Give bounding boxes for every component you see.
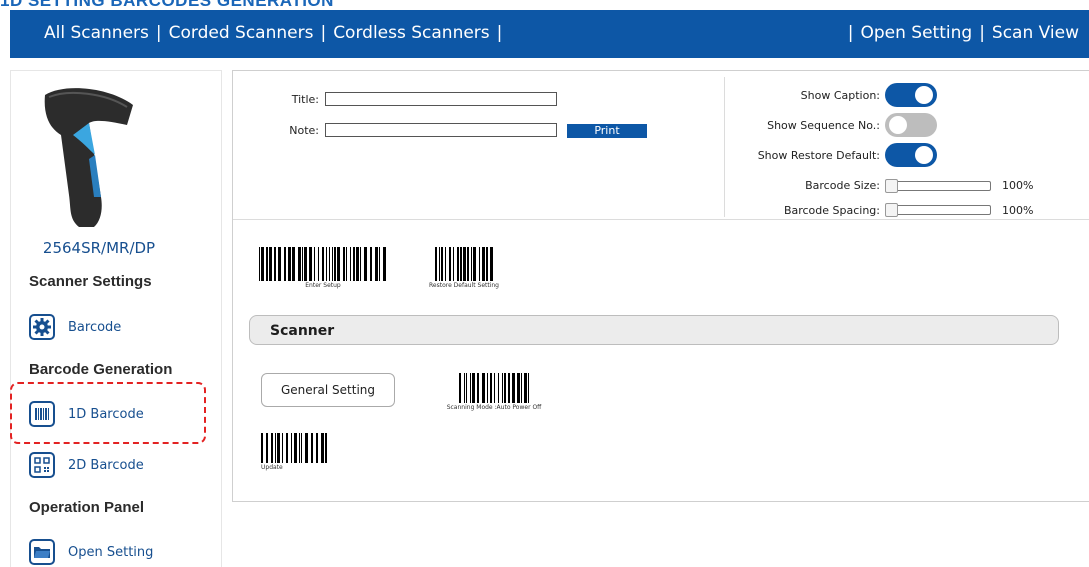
nav-corded-scanners[interactable]: Corded Scanners: [169, 23, 314, 43]
title-input[interactable]: [325, 92, 557, 106]
barcode-caption: Update: [261, 464, 283, 471]
barcode-spacing-label: Barcode Spacing:: [783, 204, 880, 217]
show-restore-label: Show Restore Default:: [757, 149, 880, 162]
qr-code-icon: [29, 452, 55, 478]
main-panel: Title: Note: Print Show Caption: Show Se…: [232, 70, 1089, 502]
show-caption-toggle[interactable]: [885, 83, 937, 107]
section-operation-panel: Operation Panel: [29, 499, 145, 516]
nav-scan-view[interactable]: Scan View: [992, 23, 1079, 43]
note-input[interactable]: [325, 123, 557, 137]
barcode-size-slider[interactable]: [885, 179, 991, 193]
section-scanner-settings: Scanner Settings: [29, 273, 152, 290]
show-caption-label: Show Caption:: [800, 89, 880, 102]
barcode-update: [261, 433, 327, 463]
nav-all-scanners[interactable]: All Scanners: [44, 23, 149, 43]
show-sequence-label: Show Sequence No.:: [767, 119, 880, 132]
nav-separator: |: [496, 23, 503, 43]
scanner-model-label: 2564SR/MR/DP: [42, 239, 156, 257]
show-sequence-toggle[interactable]: [885, 113, 937, 137]
vertical-divider: [724, 77, 725, 217]
page-title: 1D SETTING BARCODES GENERATION: [0, 0, 334, 10]
nav-separator: |: [155, 23, 162, 43]
scanner-section-title: Scanner: [270, 323, 335, 339]
nav-separator: |: [979, 23, 985, 43]
top-navbar: All Scanners | Corded Scanners | Cordless Sc…: [10, 10, 1089, 58]
title-label: Title:: [291, 93, 319, 106]
barcode-spacing-slider[interactable]: [885, 203, 991, 217]
horizontal-divider: [233, 219, 1089, 220]
highlight-box: [10, 382, 206, 444]
toggle-knob: [889, 116, 907, 134]
barcode-size-value: 100%: [1002, 179, 1034, 192]
barcode-spacing-value: 100%: [1002, 204, 1034, 217]
scanner-section-header[interactable]: Scanner: [249, 315, 1059, 345]
toggle-knob: [915, 146, 933, 164]
sidebar-item-label: Barcode: [68, 319, 122, 335]
barcode-scanning-mode: [459, 373, 529, 403]
barcode-caption: Restore Default Setting: [429, 282, 499, 289]
sidebar-item-barcode[interactable]: Barcode: [29, 313, 121, 341]
nav-left-group: All Scanners | Corded Scanners | Cordless Sc…: [44, 23, 509, 43]
gear-icon: [29, 314, 55, 340]
show-restore-toggle[interactable]: [885, 143, 937, 167]
slider-thumb[interactable]: [885, 179, 898, 193]
note-label: Note:: [289, 124, 319, 137]
barcode-caption: Scanning Mode :Auto Power Off: [446, 404, 542, 411]
nav-separator: |: [847, 23, 854, 43]
sidebar-item-label: 2D Barcode: [68, 457, 144, 473]
toggle-knob: [915, 86, 933, 104]
general-setting-button[interactable]: General Setting: [261, 373, 395, 407]
print-button[interactable]: Print: [567, 124, 647, 138]
nav-separator: |: [320, 23, 327, 43]
folder-icon: [29, 539, 55, 565]
barcode-restore-default: [435, 247, 493, 281]
barcode-size-label: Barcode Size:: [805, 179, 880, 192]
barcode-caption: Enter Setup: [305, 282, 341, 289]
sidebar-item-label: Open Setting: [68, 544, 154, 560]
slider-thumb[interactable]: [885, 203, 898, 217]
sidebar-item-2d-barcode[interactable]: 2D Barcode: [29, 451, 144, 479]
nav-open-setting[interactable]: Open Setting: [861, 23, 973, 43]
barcode-enter-setup: [259, 247, 386, 281]
section-barcode-generation: Barcode Generation: [29, 361, 173, 378]
sidebar: 2564SR/MR/DP Scanner Settings Barcode Ba…: [10, 70, 222, 567]
sidebar-item-open-setting[interactable]: Open Setting: [29, 538, 153, 566]
nav-right-group: | Open Setting | Scan View: [841, 23, 1079, 43]
scanner-image: [44, 88, 133, 227]
nav-cordless-scanners[interactable]: Cordless Scanners: [333, 23, 489, 43]
